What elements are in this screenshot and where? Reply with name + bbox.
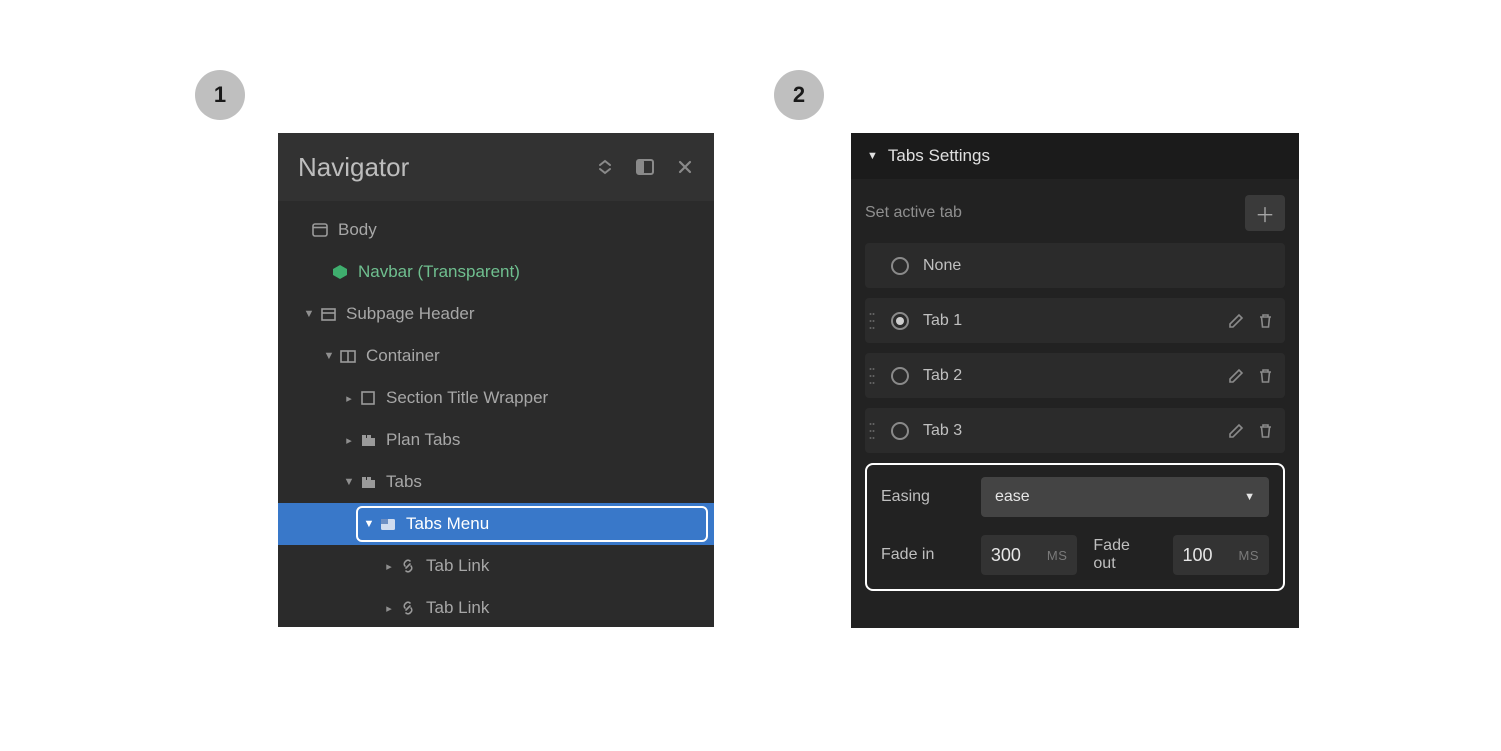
tabs-icon bbox=[358, 430, 378, 450]
link-icon bbox=[398, 556, 418, 576]
unit-label: MS bbox=[1047, 548, 1068, 563]
tree-item-navbar[interactable]: Navbar (Transparent) bbox=[278, 251, 714, 293]
tree-item-label: Body bbox=[338, 220, 377, 240]
drag-handle-icon[interactable] bbox=[865, 408, 879, 453]
edit-icon[interactable] bbox=[1228, 423, 1244, 439]
tree-item-section-title-wrapper[interactable]: ▸ Section Title Wrapper bbox=[278, 377, 714, 419]
step-badge-2: 2 bbox=[774, 70, 824, 120]
unit-label: MS bbox=[1239, 548, 1260, 563]
trash-icon[interactable] bbox=[1258, 313, 1273, 329]
fade-out-label: Fade out bbox=[1093, 537, 1156, 573]
component-icon bbox=[330, 262, 350, 282]
expand-arrow-icon[interactable]: ▸ bbox=[342, 434, 356, 447]
expand-arrow-icon[interactable]: ▼ bbox=[362, 518, 376, 530]
tree-item-body[interactable]: Body bbox=[278, 209, 714, 251]
tabs-settings-panel: ▼ Tabs Settings Set active tab ＋ None Ta… bbox=[851, 133, 1299, 628]
easing-row: Easing ease ▼ bbox=[881, 477, 1269, 517]
add-tab-button[interactable]: ＋ bbox=[1245, 195, 1285, 231]
easing-value: ease bbox=[995, 488, 1030, 506]
set-active-tab-row: Set active tab ＋ bbox=[865, 195, 1285, 231]
tab-option-label: None bbox=[923, 257, 1273, 275]
navigator-title: Navigator bbox=[298, 152, 409, 183]
tab-option-label: Tab 3 bbox=[923, 422, 1228, 440]
fade-in-input[interactable] bbox=[991, 545, 1039, 566]
settings-body: Set active tab ＋ None Tab 1 bbox=[851, 179, 1299, 605]
navigator-header-actions bbox=[596, 158, 694, 176]
tree-item-tab-link[interactable]: ▸ Tab Link bbox=[278, 545, 714, 587]
tab-option-label: Tab 2 bbox=[923, 367, 1228, 385]
tree-item-plan-tabs[interactable]: ▸ Plan Tabs bbox=[278, 419, 714, 461]
tab-option-none[interactable]: None bbox=[865, 243, 1285, 288]
tab-option-tab1[interactable]: Tab 1 bbox=[865, 298, 1285, 343]
tree-item-container[interactable]: ▼ Container bbox=[278, 335, 714, 377]
fade-out-input[interactable] bbox=[1183, 545, 1231, 566]
expand-arrow-icon[interactable]: ▸ bbox=[382, 602, 396, 615]
fade-in-field[interactable]: MS bbox=[981, 535, 1078, 575]
tree-item-tabs[interactable]: ▼ Tabs bbox=[278, 461, 714, 503]
step-badge-1: 1 bbox=[195, 70, 245, 120]
tree-item-label: Tabs bbox=[386, 472, 422, 492]
tree-item-tabs-menu[interactable]: ▼ Tabs Menu bbox=[278, 503, 714, 545]
radio-tab2[interactable] bbox=[891, 367, 909, 385]
tree-item-label: Subpage Header bbox=[346, 304, 475, 324]
tab-option-actions bbox=[1228, 423, 1273, 439]
drag-handle-icon bbox=[865, 243, 879, 288]
expand-arrow-icon[interactable]: ▸ bbox=[342, 392, 356, 405]
tree-item-label: Section Title Wrapper bbox=[386, 388, 548, 408]
panel-toggle-icon[interactable] bbox=[636, 158, 654, 176]
expand-arrow-icon[interactable]: ▼ bbox=[342, 476, 356, 488]
expand-arrow-icon[interactable]: ▼ bbox=[302, 308, 316, 320]
trash-icon[interactable] bbox=[1258, 368, 1273, 384]
body-icon bbox=[310, 220, 330, 240]
tab-option-label: Tab 1 bbox=[923, 312, 1228, 330]
close-icon[interactable] bbox=[676, 158, 694, 176]
section-icon bbox=[318, 304, 338, 324]
tree-item-label: Container bbox=[366, 346, 440, 366]
drag-handle-icon[interactable] bbox=[865, 353, 879, 398]
settings-title: Tabs Settings bbox=[888, 146, 990, 166]
transition-settings-highlight: Easing ease ▼ Fade in MS Fade out MS bbox=[865, 463, 1285, 591]
drag-handle-icon[interactable] bbox=[865, 298, 879, 343]
tree-item-label: Tab Link bbox=[426, 556, 489, 576]
fade-out-field[interactable]: MS bbox=[1173, 535, 1270, 575]
navigator-tree: Body Navbar (Transparent) ▼ Subpage Head… bbox=[278, 201, 714, 627]
chevron-down-icon: ▼ bbox=[867, 150, 878, 162]
div-icon bbox=[358, 388, 378, 408]
radio-tab3[interactable] bbox=[891, 422, 909, 440]
tab-option-tab3[interactable]: Tab 3 bbox=[865, 408, 1285, 453]
edit-icon[interactable] bbox=[1228, 313, 1244, 329]
fade-in-label: Fade in bbox=[881, 546, 965, 564]
expand-arrow-icon[interactable]: ▼ bbox=[322, 350, 336, 362]
trash-icon[interactable] bbox=[1258, 423, 1273, 439]
set-active-tab-label: Set active tab bbox=[865, 204, 962, 222]
expand-arrow-icon[interactable]: ▸ bbox=[382, 560, 396, 573]
tree-item-subpage-header[interactable]: ▼ Subpage Header bbox=[278, 293, 714, 335]
chevron-down-icon: ▼ bbox=[1244, 491, 1255, 503]
radio-tab1[interactable] bbox=[891, 312, 909, 330]
tab-option-tab2[interactable]: Tab 2 bbox=[865, 353, 1285, 398]
navigator-header: Navigator bbox=[278, 133, 714, 201]
link-icon bbox=[398, 598, 418, 618]
tabs-menu-icon bbox=[378, 514, 398, 534]
fade-row: Fade in MS Fade out MS bbox=[881, 535, 1269, 575]
tab-option-actions bbox=[1228, 313, 1273, 329]
edit-icon[interactable] bbox=[1228, 368, 1244, 384]
tab-option-actions bbox=[1228, 368, 1273, 384]
tree-item-label: Tabs Menu bbox=[406, 514, 489, 534]
tree-item-label: Plan Tabs bbox=[386, 430, 460, 450]
tabs-icon bbox=[358, 472, 378, 492]
collapse-all-icon[interactable] bbox=[596, 158, 614, 176]
easing-dropdown[interactable]: ease ▼ bbox=[981, 477, 1269, 517]
plus-icon: ＋ bbox=[1255, 199, 1275, 228]
radio-none[interactable] bbox=[891, 257, 909, 275]
tree-item-label: Navbar (Transparent) bbox=[358, 262, 520, 282]
settings-header[interactable]: ▼ Tabs Settings bbox=[851, 133, 1299, 179]
navigator-panel: Navigator Body Navbar (Tr bbox=[278, 133, 714, 627]
tree-item-label: Tab Link bbox=[426, 598, 489, 618]
container-icon bbox=[338, 346, 358, 366]
tree-item-tab-link[interactable]: ▸ Tab Link bbox=[278, 587, 714, 627]
easing-label: Easing bbox=[881, 488, 965, 506]
